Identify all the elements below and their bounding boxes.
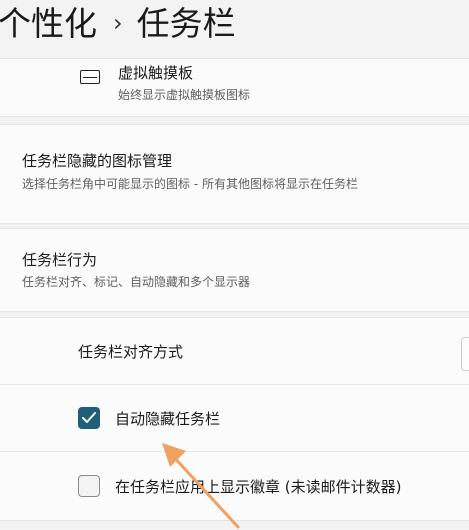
checkmark-icon bbox=[82, 412, 96, 423]
auto-hide-label: 自动隐藏任务栏 bbox=[115, 410, 221, 428]
page-title: 任务栏 bbox=[136, 4, 236, 43]
auto-hide-checkbox[interactable] bbox=[78, 407, 100, 429]
alignment-dropdown[interactable] bbox=[461, 337, 469, 371]
breadcrumb: 个性化 › 任务栏 bbox=[0, 2, 236, 49]
alignment-label: 任务栏对齐方式 bbox=[78, 343, 184, 361]
overflow-description: 选择任务栏角中可能显示的图标 - 所有其他图标将显示在任务栏 bbox=[22, 177, 358, 191]
behaviors-title: 任务栏行为 bbox=[22, 251, 98, 269]
touchpad-icon bbox=[80, 70, 100, 84]
badges-checkbox[interactable] bbox=[78, 475, 100, 497]
setting-row-alignment bbox=[0, 317, 469, 385]
breadcrumb-parent[interactable]: 个性化 bbox=[0, 4, 97, 43]
setting-section-overflow-icons[interactable] bbox=[0, 124, 469, 224]
touchpad-description: 始终显示虚拟触摸板图标 bbox=[118, 88, 251, 102]
overflow-title: 任务栏隐藏的图标管理 bbox=[22, 152, 173, 170]
touchpad-title: 虚拟触摸板 bbox=[118, 64, 194, 82]
page-header: 个性化 › 任务栏 bbox=[0, 0, 469, 58]
behaviors-description: 任务栏对齐、标记、自动隐藏和多个显示器 bbox=[22, 275, 251, 289]
chevron-right-icon: › bbox=[113, 9, 123, 37]
annotation-arrow-icon bbox=[162, 443, 240, 529]
setting-section-taskbar-behaviors[interactable] bbox=[0, 228, 469, 312]
